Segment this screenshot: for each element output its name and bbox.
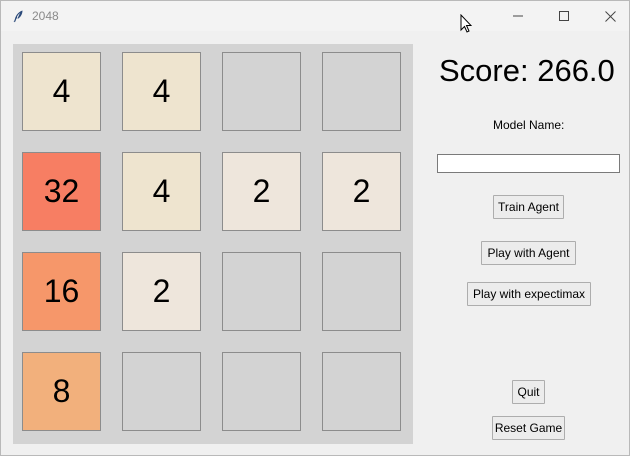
app-window: 2048 4 4 32 4 2 2 16 2 8 Score: 266.0 Mo… (0, 0, 630, 456)
minimize-button[interactable] (495, 1, 541, 31)
tile-r3-c0: 8 (22, 352, 101, 431)
close-button[interactable] (587, 1, 630, 31)
window-title: 2048 (32, 9, 59, 23)
model-name-label: Model Name: (493, 118, 565, 132)
model-name-input[interactable] (437, 154, 620, 173)
minimize-icon (513, 15, 523, 17)
tile-r3-c1 (122, 352, 201, 431)
play-with-agent-button[interactable]: Play with Agent (481, 241, 576, 265)
tile-r0-c3 (322, 52, 401, 131)
tile-r2-c0: 16 (22, 252, 101, 331)
reset-game-button[interactable]: Reset Game (492, 416, 565, 440)
play-with-expectimax-button[interactable]: Play with expectimax (467, 282, 591, 306)
tile-r3-c2 (222, 352, 301, 431)
tile-r1-c2: 2 (222, 152, 301, 231)
tile-r0-c1: 4 (122, 52, 201, 131)
quit-button[interactable]: Quit (512, 380, 545, 404)
tile-r1-c0: 32 (22, 152, 101, 231)
maximize-icon (559, 11, 569, 21)
tile-r0-c2 (222, 52, 301, 131)
tile-r2-c2 (222, 252, 301, 331)
tile-r2-c1: 2 (122, 252, 201, 331)
maximize-button[interactable] (541, 1, 587, 31)
train-agent-button[interactable]: Train Agent (493, 195, 564, 219)
mouse-cursor-icon (460, 14, 472, 33)
tile-r2-c3 (322, 252, 401, 331)
close-icon (604, 10, 616, 22)
feather-icon (13, 10, 23, 23)
tile-r3-c3 (322, 352, 401, 431)
tile-r1-c1: 4 (122, 152, 201, 231)
game-board: 4 4 32 4 2 2 16 2 8 (13, 44, 413, 444)
tile-r1-c3: 2 (322, 152, 401, 231)
tile-r0-c0: 4 (22, 52, 101, 131)
score-display: Score: 266.0 (439, 53, 615, 88)
title-bar[interactable]: 2048 (1, 1, 630, 33)
